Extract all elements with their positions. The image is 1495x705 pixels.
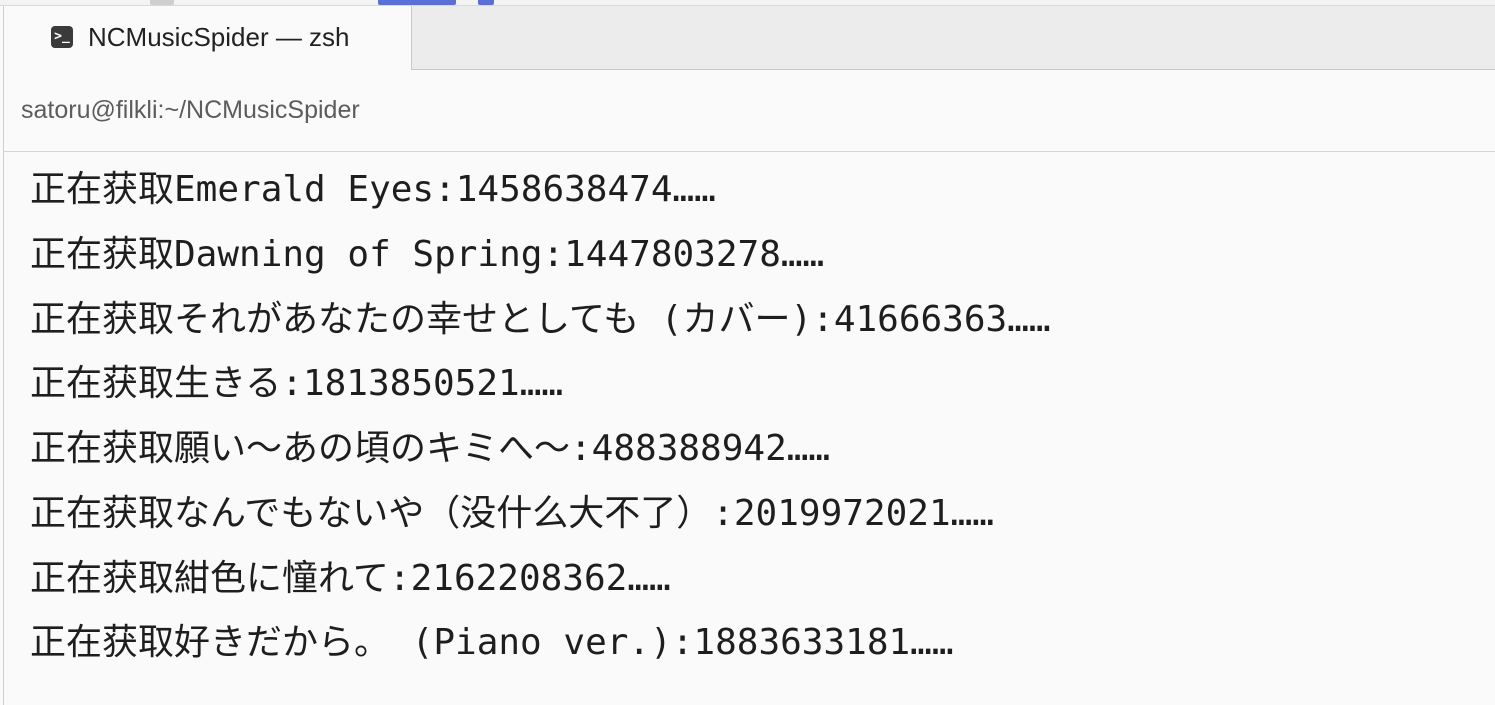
output-line: 正在获取なんでもないや（没什么大不了）:2019972021…… <box>30 493 994 534</box>
output-line: 正在获取Dawning of Spring:1447803278…… <box>30 234 825 275</box>
background-fragment <box>150 0 174 5</box>
output-line: 正在获取願い～あの頃のキミへ～:488388942…… <box>30 428 831 469</box>
output-line: 正在获取紺色に憧れて:2162208362…… <box>30 558 671 599</box>
terminal-output[interactable]: 正在获取Emerald Eyes:1458638474…… 正在获取Dawnin… <box>4 152 1495 705</box>
output-line: 正在获取それがあなたの幸せとしても (カバー):41666363…… <box>30 299 1051 340</box>
output-line: 正在获取生きる:1813850521…… <box>30 363 564 404</box>
terminal-window: >_ NCMusicSpider — zsh satoru@filkli:~/N… <box>3 6 1495 705</box>
tab-title: NCMusicSpider — zsh <box>88 22 350 52</box>
current-path: satoru@filkli:~/NCMusicSpider <box>21 96 360 124</box>
background-fragment <box>478 0 494 5</box>
output-line: 正在获取好きだから。 (Piano ver.):1883633181…… <box>30 622 954 663</box>
terminal-prompt-icon: >_ <box>51 26 73 48</box>
tab-ncmusicspider-zsh[interactable]: >_ NCMusicSpider — zsh <box>4 6 412 70</box>
tab-bar: >_ NCMusicSpider — zsh <box>4 6 1495 70</box>
path-bar: satoru@filkli:~/NCMusicSpider <box>4 70 1495 152</box>
background-fragment <box>378 0 456 5</box>
output-line: 正在获取Emerald Eyes:1458638474…… <box>30 169 716 210</box>
